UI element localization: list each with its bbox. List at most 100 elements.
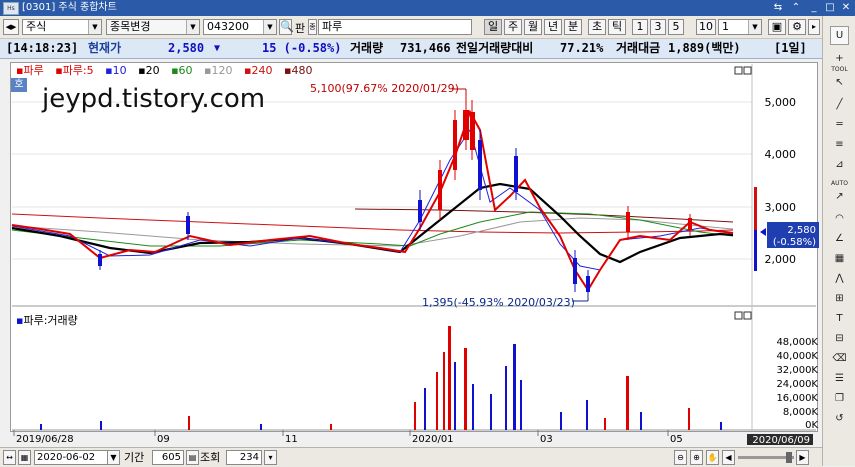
zoom-in-icon[interactable]: ⊕ (690, 450, 703, 465)
marker-icon[interactable]: ⊟ (830, 330, 849, 349)
panel-minimize-icon[interactable] (734, 66, 743, 75)
ho-badge[interactable]: 호 (11, 78, 27, 92)
volume-panel-close-icon[interactable] (743, 311, 752, 320)
scroll-left-icon[interactable]: ↔ (3, 450, 16, 465)
right-toolbar: U + TOOL ↖ ╱ ═ ≡ ⊿ AUTO ↗ ◠ ∠ ▦ ⋀ ⊞ T ⊟ … (822, 16, 855, 466)
lookup-input[interactable]: 234 (226, 450, 262, 465)
price-tick-3000: 3,000 (765, 201, 797, 214)
candle (470, 112, 475, 150)
legend-ma5[interactable]: ▪파루:5 (55, 64, 97, 77)
close-icon[interactable]: ✕ (838, 2, 854, 14)
candle (418, 200, 422, 222)
current-price-pointer-icon (760, 228, 766, 236)
candle (586, 276, 590, 292)
hand-icon[interactable]: ✋ (706, 450, 719, 465)
volume-tick-8000k: 8,000K (783, 407, 819, 418)
price-range-bar-down (754, 230, 757, 271)
scroll-start-icon[interactable]: ◀ (722, 450, 735, 465)
period-input[interactable]: 605 (152, 450, 184, 465)
date-tick-2020-01: 2020/01 (412, 434, 454, 445)
legend-ma5-label: 파루:5 (62, 64, 94, 77)
horizontal-line-icon[interactable]: ═ (830, 116, 849, 135)
arc-icon[interactable]: ◠ (830, 210, 849, 229)
legend-ma480-label: 480 (291, 64, 313, 77)
legend-stock[interactable]: ▪파루 (16, 64, 48, 77)
chevron-down-icon[interactable]: ▼ (107, 450, 120, 465)
legend-ma20-label: 20 (145, 64, 160, 77)
date-tick-start: 2019/06/28 (16, 434, 74, 445)
candle (438, 170, 442, 210)
watermark: jeypd.tistory.com (42, 84, 266, 114)
candle (514, 156, 518, 192)
volume-bar (100, 421, 102, 430)
volume-bar (513, 344, 516, 430)
volume-legend: ▪파루:거래량 (16, 312, 78, 328)
volume-bar (40, 424, 42, 430)
volume-legend-label: 파루:거래량 (23, 314, 78, 327)
candle (98, 254, 102, 266)
copy-icon[interactable]: ❐ (830, 390, 849, 409)
legend-ma120[interactable]: ▪120 (204, 64, 236, 77)
volume-tick-48000k: 48,000K (776, 337, 818, 348)
channel-icon[interactable]: ≡ (830, 136, 849, 155)
lookup-icon[interactable]: ▤ (186, 450, 199, 465)
volume-panel-minimize-icon[interactable] (734, 311, 743, 320)
volume-bar (188, 416, 190, 430)
scroll-end-icon[interactable]: ▶ (796, 450, 809, 465)
legend-ma480[interactable]: ▪480 (284, 64, 316, 77)
ruler-icon[interactable]: ⊞ (830, 290, 849, 309)
legend-ma240[interactable]: ▪240 (244, 64, 276, 77)
lookup-stepper[interactable]: ▾ (264, 450, 277, 465)
volume-bar (505, 366, 507, 430)
volume-bars (40, 326, 722, 430)
legend-ma60-label: 60 (178, 64, 193, 77)
volume-bar (424, 388, 426, 430)
legend-ma60[interactable]: ▪60 (171, 64, 196, 77)
grid-icon[interactable]: ▦ (830, 250, 849, 269)
undo-icon[interactable]: ↺ (830, 410, 849, 429)
zigzag-icon[interactable]: ⋀ (830, 270, 849, 289)
volume-bar (454, 362, 456, 430)
cursor-icon[interactable]: ↖ (830, 74, 849, 93)
maximize-icon[interactable]: □ (822, 2, 838, 14)
lookup-value: 234 (239, 452, 259, 463)
range-slider-handle[interactable] (786, 452, 792, 463)
eraser-icon[interactable]: ⌫ (830, 350, 849, 369)
volume-bar (586, 400, 588, 430)
volume-bar (443, 352, 445, 430)
zoom-out-icon[interactable]: ⊖ (674, 450, 687, 465)
volume-bar (330, 424, 332, 430)
low-annotation: 1,395(-45.93% 2020/03/23) (422, 296, 575, 309)
legend-stock-label: 파루 (23, 64, 44, 77)
candle (186, 216, 190, 234)
calendar-icon[interactable]: ▦ (18, 450, 31, 465)
fibonacci-icon[interactable]: ⊿ (830, 156, 849, 175)
ma240-line (11, 213, 734, 234)
legend-ma10[interactable]: ▪10 (105, 64, 130, 77)
volume-bar (464, 348, 467, 430)
angle-icon[interactable]: ∠ (830, 230, 849, 249)
list-icon[interactable]: ☰ (830, 370, 849, 389)
date-tick-11: 11 (285, 434, 298, 445)
volume-bar (260, 424, 262, 430)
auto-trend-icon[interactable]: ↗ (830, 188, 849, 207)
volume-bar (640, 412, 642, 430)
text-icon[interactable]: T (830, 310, 849, 329)
volume-bar (720, 422, 722, 430)
volume-bar (604, 418, 606, 430)
legend-ma10-label: 10 (112, 64, 127, 77)
trendline-icon[interactable]: ╱ (830, 96, 849, 115)
panel-close-icon[interactable] (743, 66, 752, 75)
date-value: 2020-06-02 (37, 452, 96, 463)
date-tick-03: 03 (540, 434, 553, 445)
volume-bar (436, 372, 438, 430)
legend-ma20[interactable]: ▪20 (138, 64, 163, 77)
user-tool-button[interactable]: U (830, 26, 849, 45)
lookup-label: 조회 (200, 451, 221, 464)
legend-ma120-label: 120 (211, 64, 233, 77)
ma5-line (11, 109, 734, 292)
volume-bar (490, 394, 492, 430)
date-tick-09: 09 (157, 434, 170, 445)
date-input[interactable]: 2020-06-02 (34, 450, 118, 465)
date-ticks (13, 430, 669, 436)
